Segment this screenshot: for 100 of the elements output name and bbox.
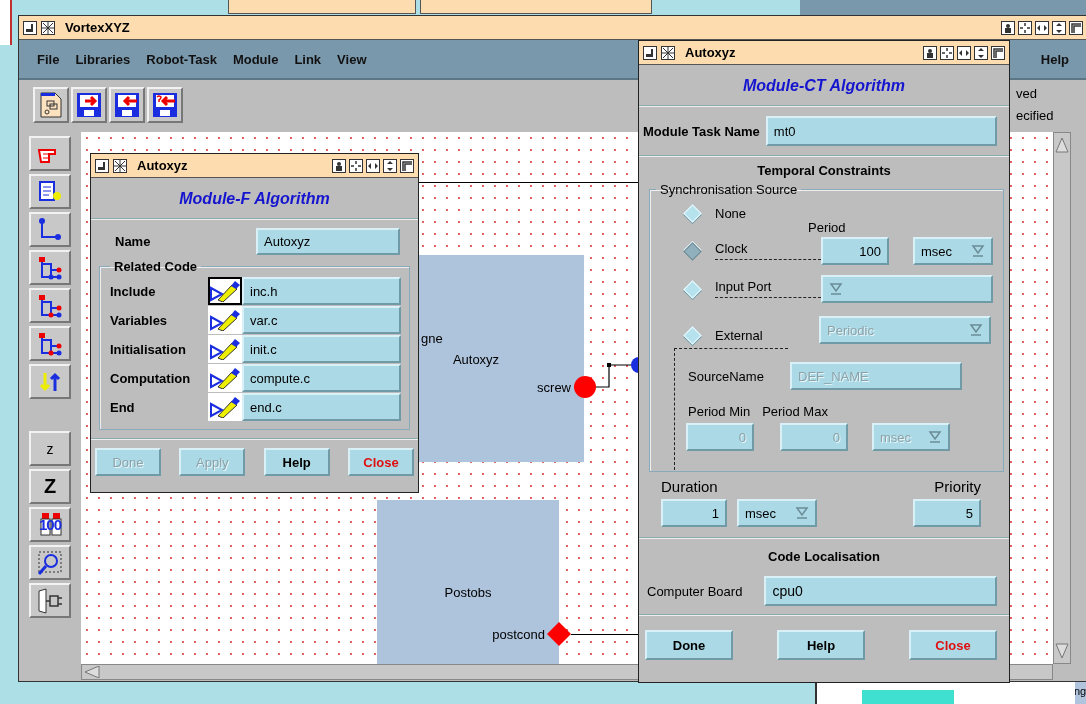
window-menu-icon[interactable] [643, 45, 657, 60]
tree-icon [37, 330, 63, 357]
tree-tool-button[interactable] [29, 250, 71, 285]
move-icon[interactable] [349, 158, 363, 173]
field-label: Period Min [688, 404, 751, 419]
maximize-icon[interactable] [400, 158, 414, 173]
module-name: Postobs [444, 584, 492, 600]
dialog-button[interactable]: Help [777, 630, 865, 660]
module-tool-button[interactable] [29, 174, 71, 209]
port-diamond-icon[interactable] [547, 622, 571, 646]
pattern-icon[interactable] [41, 20, 55, 35]
connector-icon [37, 216, 63, 243]
menu-item[interactable]: Robot-Task [138, 47, 225, 71]
new-module-button[interactable] [33, 87, 69, 123]
scroll-up-icon[interactable] [1055, 137, 1069, 153]
load-button[interactable] [109, 87, 145, 123]
input-field[interactable]: mt0 [765, 116, 997, 146]
field-label: Duration [661, 478, 719, 495]
input-field[interactable]: 1 [661, 499, 727, 527]
field-label: Variables [110, 312, 169, 328]
menu-item[interactable]: View [329, 47, 375, 71]
input-field[interactable]: compute.c [242, 364, 401, 392]
maximize-icon[interactable] [991, 45, 1005, 60]
edit-button[interactable] [208, 277, 242, 305]
scroll-down-icon[interactable] [1055, 643, 1069, 659]
input-field[interactable]: var.c [242, 306, 401, 334]
pencil-icon [210, 338, 240, 360]
edit-button[interactable] [208, 393, 242, 421]
pencil-icon [210, 280, 240, 302]
door-plug-icon [36, 587, 64, 614]
tree-icon [37, 292, 63, 319]
menu-item[interactable]: Libraries [67, 47, 139, 71]
link-tool-button[interactable] [29, 212, 71, 247]
scroll-left-icon[interactable] [84, 666, 100, 678]
reload-button[interactable] [147, 87, 183, 123]
menu-item[interactable]: Link [286, 47, 330, 71]
resize-vertical-icon[interactable] [974, 45, 988, 60]
dropdown[interactable] [821, 275, 993, 303]
group-label: Related Code [113, 259, 199, 274]
group-label: Synchronisation Source [659, 182, 799, 197]
input-field[interactable]: end.c [242, 393, 401, 421]
pattern-icon[interactable] [661, 45, 675, 60]
window-menu-icon[interactable] [95, 158, 109, 173]
input-field[interactable]: Autoxyz [256, 228, 400, 255]
pattern-icon[interactable] [113, 158, 127, 173]
input-field[interactable]: cpu0 [764, 576, 997, 606]
select-tool-button[interactable] [29, 136, 71, 171]
menu-item[interactable]: Module [224, 47, 287, 71]
person-icon[interactable] [1001, 20, 1015, 35]
module-name: Autoxyz [452, 351, 500, 367]
field-label: End [110, 399, 136, 415]
resize-horizontal-icon[interactable] [1035, 20, 1049, 35]
dialog-heading: Module-F Algorithm [178, 189, 331, 209]
maximize-icon[interactable] [1069, 20, 1083, 35]
resize-horizontal-icon[interactable] [957, 45, 971, 60]
port-label: postcond [492, 626, 545, 642]
field-label: Module Task Name [643, 123, 760, 139]
radio-label: Input Port [715, 279, 772, 294]
move-icon[interactable] [940, 45, 954, 60]
tree-tool-button[interactable] [29, 326, 71, 361]
input-field[interactable]: 5 [913, 499, 981, 527]
resize-vertical-icon[interactable] [383, 158, 397, 173]
resize-horizontal-icon[interactable] [366, 158, 380, 173]
window-menu-icon[interactable] [23, 20, 37, 35]
zoom-in-button[interactable]: Z [29, 469, 71, 504]
tree-tool-button[interactable] [29, 288, 71, 323]
person-icon[interactable] [332, 158, 346, 173]
exit-button[interactable] [29, 583, 71, 618]
resize-vertical-icon[interactable] [1052, 20, 1066, 35]
field-label: SourceName [688, 368, 765, 384]
vertical-scrollbar[interactable] [1053, 132, 1071, 664]
port-label: gne [421, 331, 443, 346]
dropdown-arrow-icon [928, 430, 942, 444]
dialog-button[interactable]: Done [645, 630, 733, 660]
window-title: Autoxyz [137, 158, 189, 173]
window-title: Autoxyz [685, 45, 737, 60]
swap-tool-button[interactable] [29, 364, 71, 399]
input-field[interactable]: 100 [821, 237, 889, 265]
menu-item[interactable]: Help [1032, 47, 1077, 71]
input-field[interactable]: init.c [242, 335, 401, 363]
edit-button[interactable] [208, 364, 242, 392]
dialog-button[interactable]: Help [263, 448, 330, 476]
edit-button[interactable] [208, 335, 242, 363]
input-field[interactable]: inc.h [242, 277, 401, 305]
move-icon[interactable] [1018, 20, 1032, 35]
window-text: ng [1074, 685, 1086, 697]
dropdown[interactable]: msec [913, 237, 993, 265]
dropdown[interactable]: msec [737, 499, 817, 527]
person-icon[interactable] [923, 45, 937, 60]
field-label: Priority [934, 478, 981, 495]
port-circle-icon[interactable] [574, 376, 596, 398]
zoom-area-button[interactable] [29, 545, 71, 580]
field-label: Period [808, 220, 846, 235]
dropdown-arrow-icon [829, 282, 843, 296]
zoom-out-button[interactable]: z [29, 431, 71, 466]
edit-button[interactable] [208, 306, 242, 334]
pencil-icon [210, 309, 240, 331]
magnifier-icon [36, 548, 64, 577]
menu-item[interactable]: File [29, 47, 68, 71]
save-button[interactable] [71, 87, 107, 123]
